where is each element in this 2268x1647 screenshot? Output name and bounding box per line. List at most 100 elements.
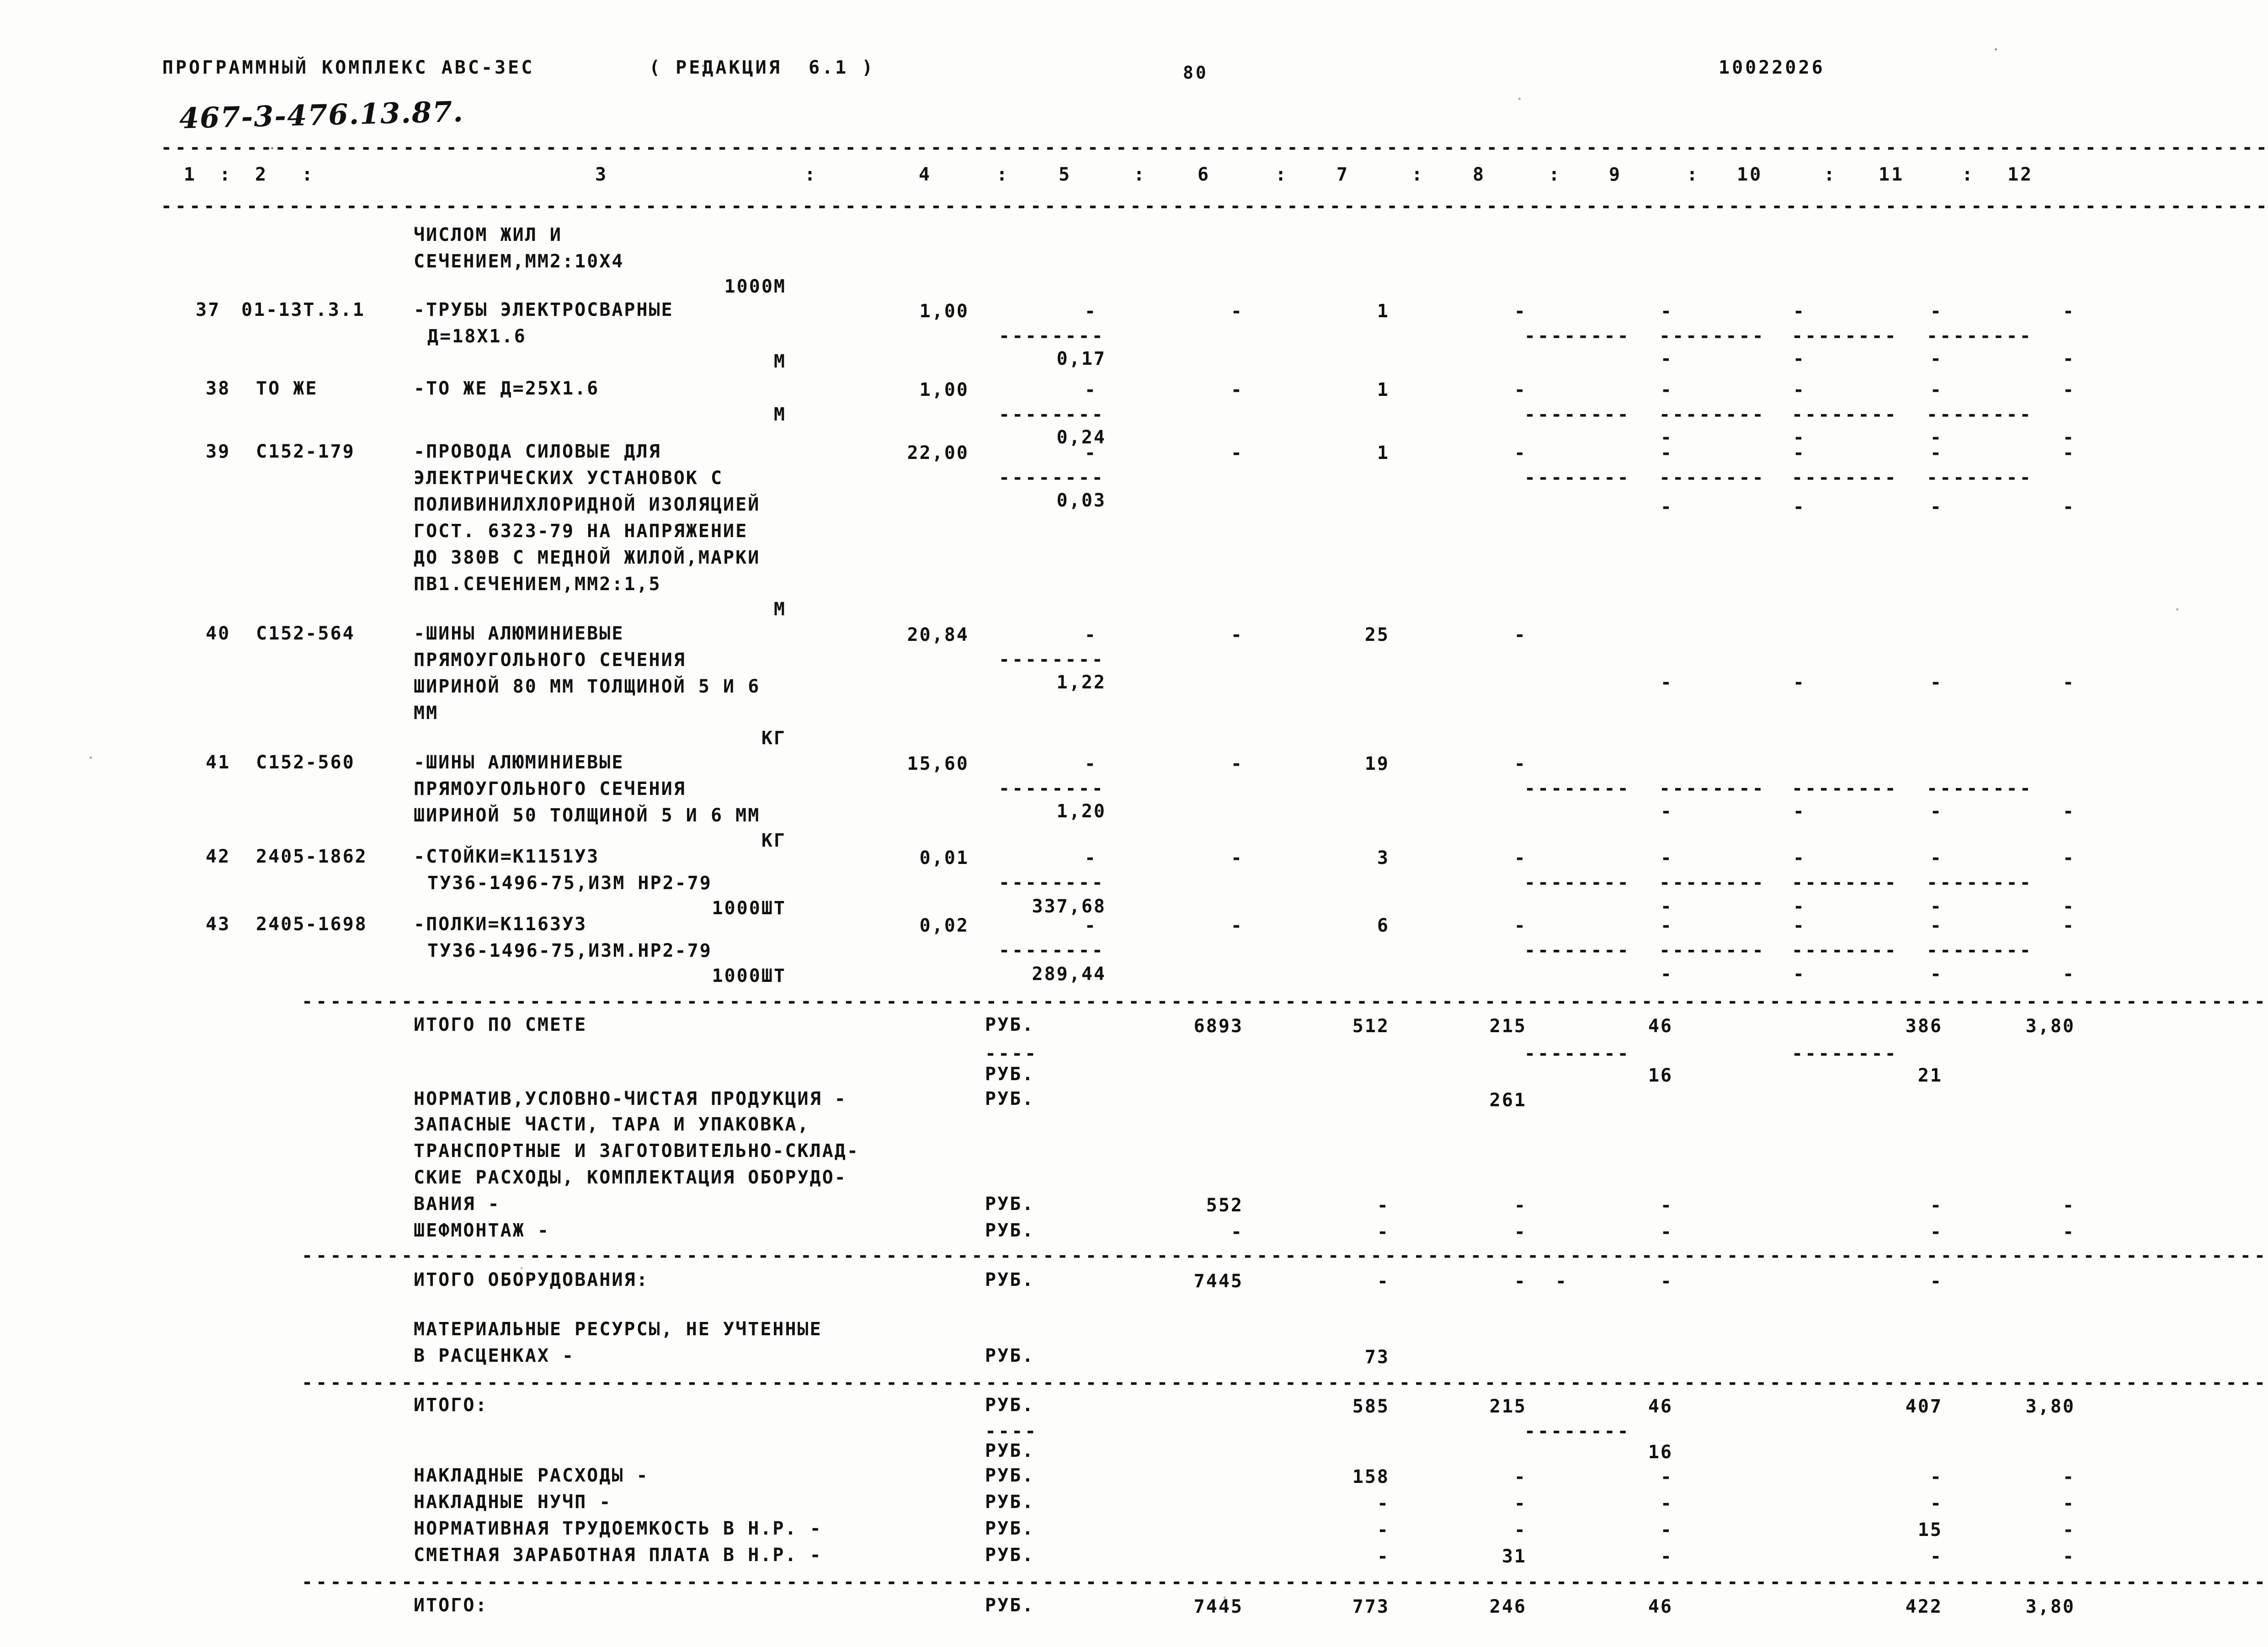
row-43-col5-value: 289,44 [1032, 964, 1106, 985]
row-38-number: 38 [206, 378, 231, 399]
row-37-col5-rule: -------- [999, 325, 1105, 346]
row-41-seg-12: -------- [1927, 778, 2033, 799]
document-page: ПРОГРАММНЫЙ КОМПЛЕКС АВС-3ЕС ( РЕДАКЦИЯ … [0, 0, 2268, 1647]
column-header-2: 2 [255, 164, 268, 185]
total-zapchasti-col6: 552 [1206, 1195, 1243, 1216]
row-40-desc-3: ШИРИНОЙ 80 ММ ТОЛЩИНОЙ 5 И 6 [414, 676, 761, 697]
row-42-col8: - [1514, 847, 1527, 869]
row-41-seg-9: -------- [1524, 778, 1631, 799]
row-39-col6: - [1230, 442, 1243, 464]
total-zapchasti-line-1: ЗАПАСНЫЕ ЧАСТИ, ТАРА И УПАКОВКА, [414, 1114, 810, 1135]
total-zapchasti-col12: - [2062, 1195, 2075, 1216]
total-shefmontazh-label: ШЕФМОНТАЖ - [414, 1220, 550, 1241]
total-nakladnye-nuchp-col9: - [1660, 1493, 1673, 1514]
total-itogo-oborud-col6: 7445 [1193, 1271, 1243, 1292]
row-38-seg-9: -------- [1524, 404, 1631, 425]
row-39-col5-rule: -------- [999, 467, 1105, 488]
document-code: 10022026 [1719, 57, 1825, 78]
total-final-col6: 7445 [1193, 1596, 1243, 1617]
row-41-desc-1: -ШИНЫ АЛЮМИНИЕВЫЕ [414, 752, 624, 773]
total-final-col8: 246 [1489, 1596, 1527, 1617]
row-42-col5-dash: - [1084, 847, 1097, 869]
total-itogo-po-smete-col12: 3,80 [2025, 1016, 2075, 1037]
total-zarplata-label: СМЕТНАЯ ЗАРАБОТНАЯ ПЛАТА В Н.Р. - [414, 1545, 822, 1566]
row-43-seg-10: -------- [1659, 940, 1766, 961]
total-nakladnye-nuchp-col11: - [1930, 1493, 1943, 1514]
continuation-line-1: ЧИСЛОМ ЖИЛ И [414, 224, 562, 245]
row-39-col12: - [2062, 442, 2075, 464]
row-39-desc-6: ПВ1.СЕЧЕНИЕМ,ММ2:1,5 [414, 574, 661, 595]
row-37-seg-12: -------- [1927, 325, 2033, 346]
total-zapchasti-col7: - [1377, 1195, 1390, 1216]
row-40-desc-4: ММ [414, 703, 439, 724]
row-41-col6: - [1230, 753, 1243, 774]
total-final-col7: 773 [1352, 1596, 1390, 1617]
row-39-col5-value: 0,03 [1056, 490, 1106, 511]
total-nakladnye-nuchp-currency: РУБ. [985, 1492, 1035, 1513]
total-trudoemkost-col9: - [1660, 1519, 1673, 1540]
row-39-seg-9: -------- [1524, 467, 1631, 488]
row-42-col6: - [1230, 847, 1243, 869]
total-trudoemkost-col11: 15 [1917, 1519, 1943, 1540]
rule-seg-col11-1: -------- [1792, 1043, 1898, 1064]
total-zapchasti-col9: - [1660, 1195, 1673, 1216]
row-42-code: 2405-1862 [256, 846, 367, 867]
row-38-seg-10: -------- [1659, 404, 1766, 425]
row-37-col5-value: 0,17 [1056, 348, 1106, 369]
row-38-qty: 1,00 [919, 379, 969, 400]
row-41-col12: - [2062, 801, 2075, 822]
row-37-number: 37 [196, 299, 221, 320]
row-37-desc-2: Д=18Х1.6 [427, 326, 527, 347]
row-43-code: 2405-1698 [256, 914, 367, 935]
row-41-col10: - [1793, 801, 1805, 822]
total-normativ-currency: РУБ. [985, 1088, 1035, 1109]
column-header-7: 7 [1336, 164, 1350, 185]
total-itogo-col7: 585 [1352, 1396, 1390, 1417]
rule-before-totals: ----------------------------------------… [302, 991, 2268, 1012]
total-normativ-label: НОРМАТИВ,УСЛОВНО-ЧИСТАЯ ПРОДУКЦИЯ - [414, 1088, 847, 1109]
column-header-8: 8 [1473, 164, 1486, 185]
row-37-seg-11: -------- [1792, 325, 1898, 346]
row-43-desc-2: ТУ36-1496-75,ИЗМ.НР2-79 [427, 940, 712, 961]
rule-seg-col9-1: -------- [1524, 1043, 1631, 1064]
program-title: ПРОГРАММНЫЙ КОМПЛЕКС АВС-3ЕС [162, 57, 535, 78]
total-itogo-col11: 407 [1905, 1396, 1943, 1417]
total-itogo-oborud-label: ИТОГО ОБОРУДОВАНИЯ: [414, 1269, 649, 1290]
continuation-line-2: СЕЧЕНИЕМ,ММ2:10Х4 [414, 251, 624, 272]
row-43-col9: - [1660, 915, 1673, 936]
row-42-col12: - [2062, 847, 2075, 869]
total-trudoemkost-label: НОРМАТИВНАЯ ТРУДОЕМКОСТЬ В Н.Р. - [414, 1518, 822, 1539]
row-41-col11: - [1930, 801, 1943, 822]
row-37-qty: 1,00 [919, 301, 969, 322]
row-39-seg-11: -------- [1792, 467, 1898, 488]
total-material-line-2: В РАСЦЕНКАХ - [414, 1345, 575, 1366]
column-header-12: 12 [2007, 164, 2034, 185]
row-39-desc-3: ПОЛИВИНИЛХЛОРИДНОЙ ИЗОЛЯЦИЕЙ [414, 494, 761, 515]
row-40-unit: КГ [761, 728, 786, 749]
total-final-currency: РУБ. [985, 1595, 1035, 1616]
total-trudoemkost-currency: РУБ. [985, 1518, 1035, 1539]
total-zapchasti-col8: - [1514, 1195, 1527, 1216]
row-41-col5-dash: - [1084, 753, 1097, 774]
total-nakladnye-rashody-currency: РУБ. [985, 1465, 1035, 1486]
row-43-number: 43 [206, 914, 231, 935]
row-37-desc-1: -ТРУБЫ ЭЛЕКТРОСВАРНЫЕ [414, 299, 674, 320]
row-42-col5-rule: -------- [999, 872, 1105, 893]
row-37-seg-9: -------- [1524, 325, 1631, 346]
row-38-col8: - [1514, 379, 1527, 400]
row-42-col11b: - [1930, 896, 1943, 917]
row-40-col5-value: 1,22 [1056, 672, 1106, 693]
column-sep-8: : [1549, 164, 1562, 185]
row-38-code: ТО ЖЕ [256, 378, 318, 399]
column-header-6: 6 [1198, 164, 1211, 185]
row-42-col10: - [1793, 847, 1805, 869]
total-shefmontazh-currency: РУБ. [985, 1220, 1035, 1241]
row-43-desc-1: -ПОЛКИ=К1163У3 [414, 914, 587, 935]
total-zapchasti-line-2: ТРАНСПОРТНЫЕ И ЗАГОТОВИТЕЛЬНО-СКЛАД- [414, 1141, 859, 1162]
row-39-desc-4: ГОСТ. 6323-79 НА НАПРЯЖЕНИЕ [414, 521, 748, 542]
row-39-col9: - [1660, 442, 1673, 464]
row-37-col12: - [2062, 301, 2075, 322]
row-42-desc-2: ТУ36-1496-75,ИЗМ НР2-79 [427, 873, 712, 894]
rule-under-columns: ----------------------------------------… [161, 196, 2268, 217]
column-sep-1: : [219, 164, 233, 185]
